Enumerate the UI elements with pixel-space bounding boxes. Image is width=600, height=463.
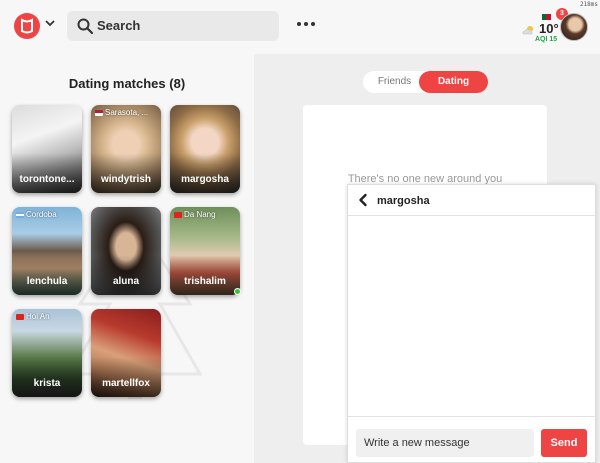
app-logo-icon[interactable] — [14, 13, 40, 39]
match-name: torontone... — [19, 174, 75, 185]
matches-title: Dating matches (8) — [68, 76, 186, 91]
country-flag-icon — [542, 14, 551, 20]
match-name: martellfox — [102, 378, 150, 389]
air-quality-index: AQI 15 — [535, 36, 558, 43]
chevron-down-icon[interactable] — [44, 17, 56, 29]
search-label: Search — [97, 18, 141, 33]
match-name: lenchula — [26, 276, 68, 287]
chat-header: margosha — [348, 185, 595, 216]
match-card-trishalim[interactable]: Da Nang trishalim — [170, 207, 240, 295]
match-name: margosha — [181, 174, 229, 185]
match-card-martellfox[interactable]: martellfox — [91, 309, 161, 397]
search-icon — [77, 18, 94, 35]
tab-friends[interactable]: Friends — [363, 71, 426, 93]
temperature: 10° — [539, 21, 559, 36]
match-location: Cordoba — [12, 210, 82, 219]
match-name: windytrish — [100, 174, 151, 185]
user-avatar[interactable] — [560, 13, 588, 41]
match-card-lenchula[interactable]: Cordoba lenchula — [12, 207, 82, 295]
more-options-icon[interactable] — [295, 16, 317, 32]
timer-readout: 218ms — [579, 1, 598, 8]
online-indicator — [234, 288, 241, 295]
match-card-krista[interactable]: Hoi An krista — [12, 309, 82, 397]
match-card-windytrish[interactable]: Sarasota, ... windytrish — [91, 105, 161, 193]
send-button[interactable]: Send — [541, 429, 587, 457]
match-card-margosha[interactable]: margosha — [170, 105, 240, 193]
chat-contact-name: margosha — [377, 195, 430, 207]
top-bar: Search 218ms 3 10° AQI 15 — [0, 0, 600, 54]
back-arrow-icon[interactable] — [356, 193, 370, 207]
chat-window: margosha Send — [347, 184, 596, 463]
match-location: Sarasota, ... — [91, 108, 161, 117]
match-location: Hoi An — [12, 312, 82, 321]
match-card-aluna[interactable]: aluna — [91, 207, 161, 295]
chat-composer: Send — [348, 416, 595, 463]
mode-toggle: Friends Dating — [363, 71, 488, 93]
message-input[interactable] — [356, 429, 534, 457]
search-bar[interactable]: Search — [67, 11, 279, 41]
match-location: Da Nang — [170, 210, 240, 219]
tab-dating[interactable]: Dating — [419, 71, 488, 93]
match-name: trishalim — [184, 276, 226, 287]
match-name: krista — [33, 378, 61, 389]
match-name: aluna — [112, 276, 140, 287]
match-card-torontone[interactable]: torontone... — [12, 105, 82, 193]
partly-cloudy-icon — [522, 26, 533, 35]
